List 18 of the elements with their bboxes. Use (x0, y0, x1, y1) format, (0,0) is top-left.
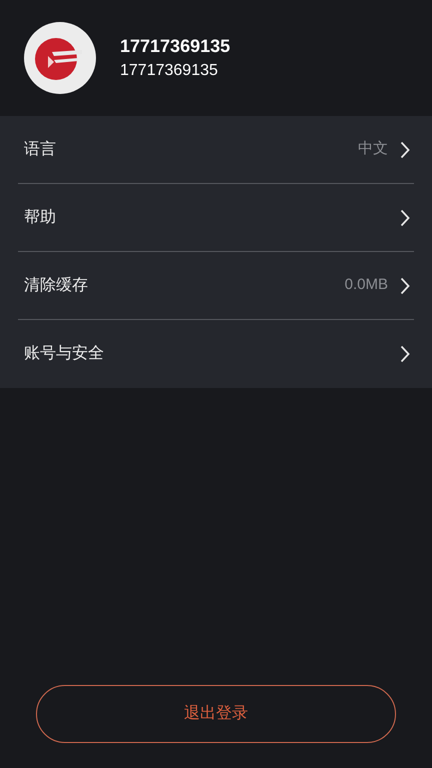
settings-label: 清除缓存 (24, 276, 89, 296)
chevron-right-icon (400, 345, 410, 363)
avatar (24, 22, 96, 94)
profile-name: 17717369135 (120, 37, 230, 55)
chevron-right-icon (400, 140, 410, 158)
settings-row[interactable]: 清除缓存 0.0MB (18, 252, 414, 320)
logout-button[interactable]: 退出登录 (36, 685, 396, 743)
chevron-right-icon (400, 276, 410, 294)
settings-value: 中文 (358, 139, 388, 160)
chevron-right-icon (400, 208, 410, 226)
account-number: 17717369135 (120, 63, 219, 79)
settings-value: 0.0MB (344, 275, 388, 296)
settings-label: 账号与安全 (24, 344, 105, 364)
settings-row[interactable]: 账号与安全 (18, 320, 414, 388)
settings-label: 帮助 (24, 208, 57, 228)
settings-row[interactable]: 帮助 (18, 184, 414, 252)
settings-label: 语言 (24, 140, 57, 160)
settings-row[interactable]: 语言 中文 (18, 116, 414, 184)
